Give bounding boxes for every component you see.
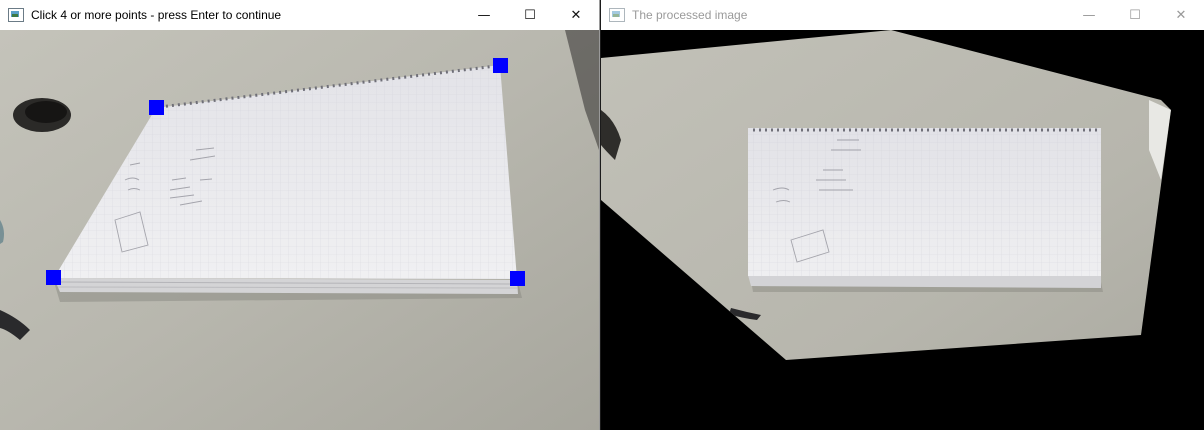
maximize-button[interactable]: ☐	[1112, 0, 1158, 30]
app-window-icon	[609, 8, 625, 22]
minimize-button[interactable]: —	[461, 0, 507, 30]
notebook-photo[interactable]	[0, 30, 599, 430]
close-button[interactable]: ✕	[553, 0, 599, 30]
window-title: The processed image	[632, 8, 748, 22]
title-bar[interactable]: Click 4 or more points - press Enter to …	[0, 0, 599, 30]
selection-point-marker[interactable]	[493, 58, 508, 73]
warped-photo	[601, 30, 1204, 430]
window-controls: — ☐ ✕	[1066, 0, 1204, 30]
app-window-icon	[8, 8, 24, 22]
image-canvas[interactable]	[0, 30, 599, 430]
processed-image-window[interactable]: The processed image — ☐ ✕	[601, 0, 1204, 430]
notebook-edge	[748, 275, 1101, 288]
selection-point-marker[interactable]	[510, 271, 525, 286]
window-controls: — ☐ ✕	[461, 0, 599, 30]
image-canvas	[601, 30, 1204, 430]
notebook-edge	[54, 278, 518, 294]
minimize-button[interactable]: —	[1066, 0, 1112, 30]
selection-point-marker[interactable]	[46, 270, 61, 285]
maximize-button[interactable]: ☐	[507, 0, 553, 30]
close-button[interactable]: ✕	[1158, 0, 1204, 30]
point-selection-window[interactable]: Click 4 or more points - press Enter to …	[0, 0, 600, 430]
window-title: Click 4 or more points - press Enter to …	[31, 8, 282, 22]
title-bar[interactable]: The processed image — ☐ ✕	[601, 0, 1204, 30]
selection-point-marker[interactable]	[149, 100, 164, 115]
